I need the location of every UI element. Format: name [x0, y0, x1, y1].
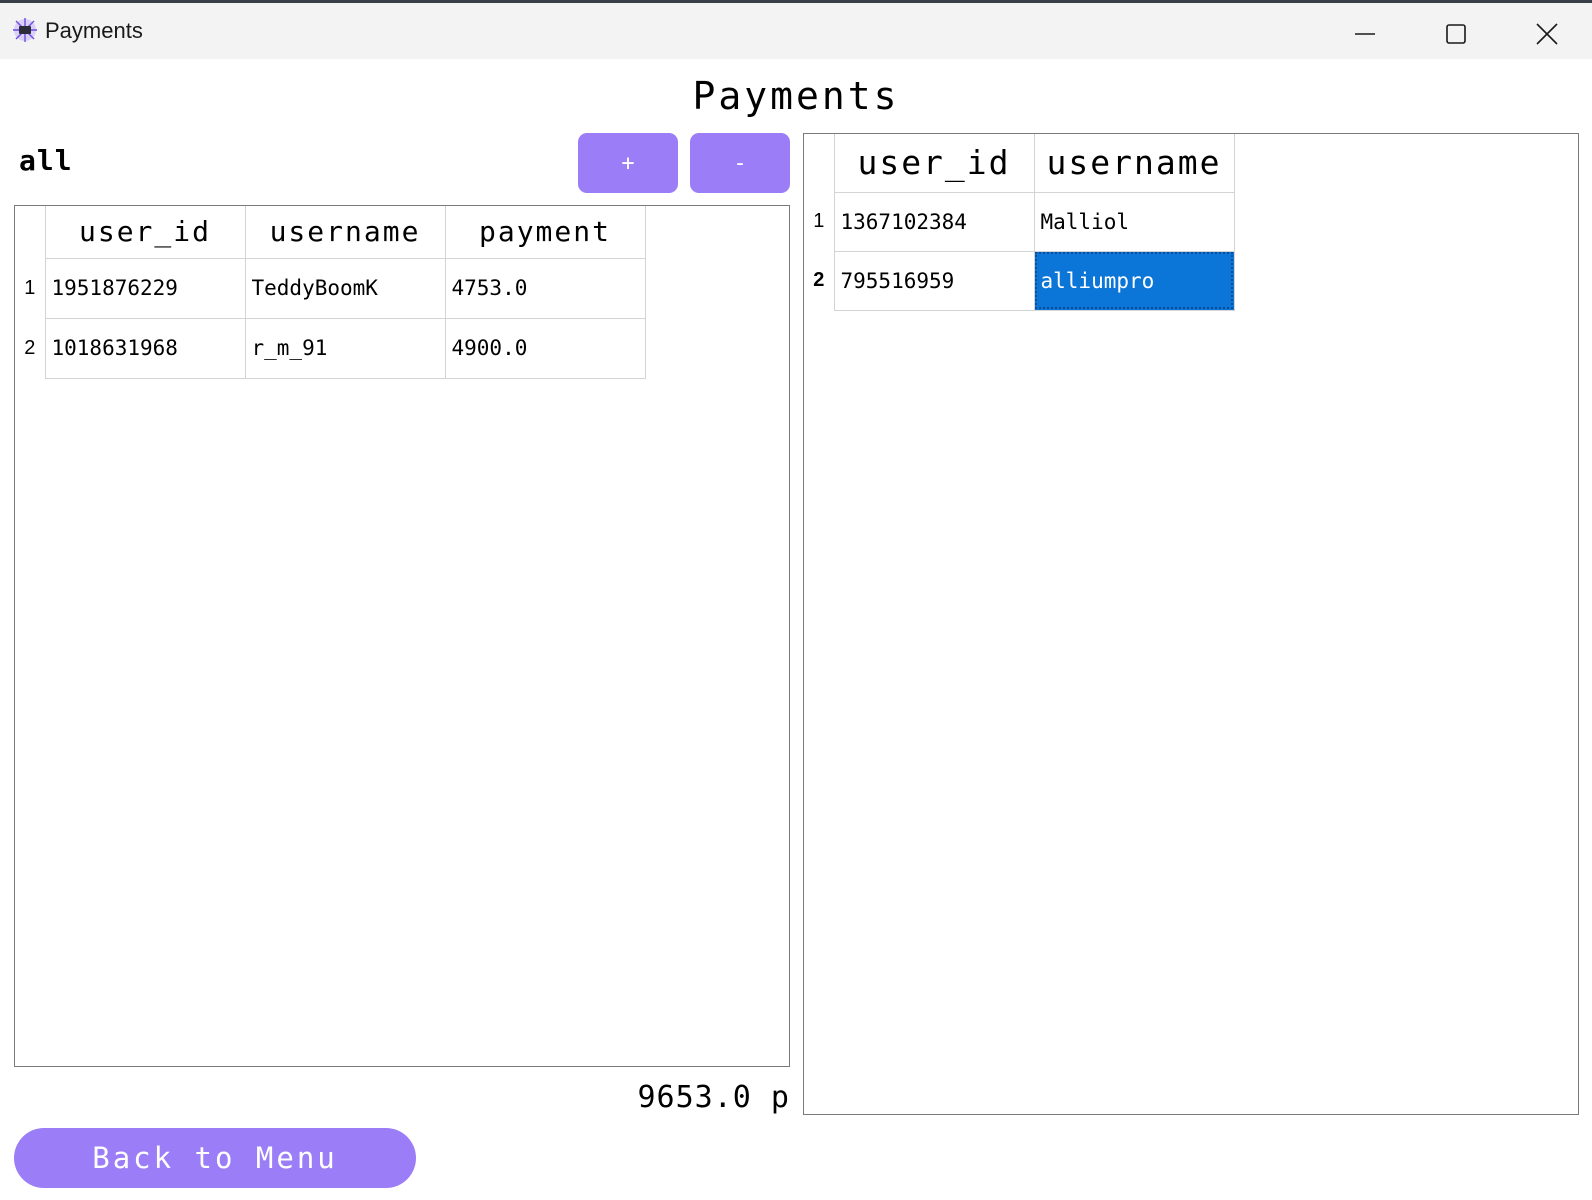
payments-window: Payments Payments all + - user_id userna… — [0, 0, 1592, 1200]
back-to-menu-button[interactable]: Back to Menu — [14, 1128, 416, 1188]
payments-table: user_id username payment 1 1951876229 Te… — [15, 206, 646, 379]
payment-total: 9653.0 p — [637, 1080, 790, 1115]
remove-button[interactable]: - — [690, 133, 790, 193]
page-title: Payments — [692, 74, 900, 118]
corner-cell[interactable] — [804, 134, 835, 192]
row-header[interactable]: 1 — [804, 192, 835, 251]
table-header-row: user_id username — [804, 134, 1235, 193]
cell-username[interactable]: TeddyBoomK — [244, 257, 446, 319]
app-icon — [12, 17, 38, 43]
row-header[interactable]: 1 — [15, 258, 46, 318]
maximize-icon — [1446, 24, 1466, 44]
cell-user-id[interactable]: 1367102384 — [833, 191, 1035, 252]
table-row: 1 1951876229 TeddyBoomK 4753.0 — [15, 257, 646, 319]
table-header-row: user_id username payment — [15, 206, 646, 259]
cell-username[interactable]: r_m_91 — [244, 317, 446, 379]
cell-username[interactable]: Malliol — [1033, 191, 1235, 252]
minimize-icon — [1355, 33, 1375, 35]
window-title: Payments — [45, 18, 143, 43]
users-table: user_id username 1 1367102384 Malliol 2 … — [804, 134, 1235, 311]
table-row: 2 795516959 alliumpro — [804, 250, 1235, 311]
column-header-username[interactable]: username — [1033, 134, 1235, 193]
add-button[interactable]: + — [578, 133, 678, 193]
maximize-button[interactable] — [1411, 6, 1501, 62]
filter-label: all — [19, 144, 73, 177]
table-row: 2 1018631968 r_m_91 4900.0 — [15, 317, 646, 379]
cell-payment[interactable]: 4753.0 — [444, 257, 646, 319]
title-bar[interactable]: Payments — [0, 3, 1592, 59]
cell-user-id[interactable]: 1951876229 — [44, 257, 246, 319]
column-header-user-id[interactable]: user_id — [44, 206, 246, 259]
cell-user-id[interactable]: 1018631968 — [44, 317, 246, 379]
minimize-button[interactable] — [1320, 6, 1410, 62]
cell-username-selected[interactable]: alliumpro — [1033, 250, 1235, 311]
row-header[interactable]: 2 — [15, 318, 46, 378]
column-header-user-id[interactable]: user_id — [833, 134, 1035, 193]
column-header-payment[interactable]: payment — [444, 206, 646, 259]
payments-table-panel[interactable]: user_id username payment 1 1951876229 Te… — [14, 205, 790, 1067]
column-header-username[interactable]: username — [244, 206, 446, 259]
table-row: 1 1367102384 Malliol — [804, 191, 1235, 252]
cell-payment[interactable]: 4900.0 — [444, 317, 646, 379]
close-icon — [1536, 23, 1558, 45]
users-table-panel[interactable]: user_id username 1 1367102384 Malliol 2 … — [803, 133, 1579, 1115]
cell-user-id[interactable]: 795516959 — [833, 250, 1035, 311]
row-header[interactable]: 2 — [804, 251, 835, 310]
corner-cell[interactable] — [15, 206, 46, 258]
close-button[interactable] — [1502, 6, 1592, 62]
